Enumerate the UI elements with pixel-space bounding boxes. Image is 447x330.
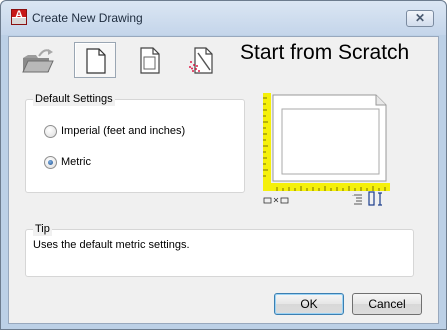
blank-page-icon xyxy=(86,48,106,74)
page-heading: Start from Scratch xyxy=(240,41,410,64)
tip-group: Tip Uses the default metric settings. xyxy=(25,222,414,277)
default-settings-group: Default Settings Imperial (feet and inch… xyxy=(25,92,245,193)
drawing-preview xyxy=(262,92,392,212)
imperial-radio[interactable] xyxy=(44,125,57,138)
use-template-button[interactable] xyxy=(129,42,171,78)
close-button[interactable]: ✕ xyxy=(406,10,434,27)
app-icon-letter: A xyxy=(15,9,23,21)
use-wizard-button[interactable] xyxy=(181,42,223,78)
title-bar[interactable]: A Create New Drawing ✕ xyxy=(1,1,446,35)
start-from-scratch-button[interactable] xyxy=(74,42,116,78)
metric-label: Metric xyxy=(61,156,91,168)
tip-text: Uses the default metric settings. xyxy=(33,239,190,251)
create-new-drawing-dialog: A Create New Drawing ✕ Start from Scratc… xyxy=(0,0,447,330)
tip-legend: Tip xyxy=(33,222,52,236)
autocad-app-icon: A xyxy=(11,9,27,25)
default-settings-legend: Default Settings xyxy=(33,92,115,106)
imperial-label: Imperial (feet and inches) xyxy=(61,125,186,137)
open-drawing-button[interactable] xyxy=(17,42,59,78)
ok-button[interactable]: OK xyxy=(274,293,344,315)
cancel-button[interactable]: Cancel xyxy=(352,293,422,315)
metric-radio[interactable] xyxy=(44,156,57,169)
wizard-icon xyxy=(189,47,213,74)
open-folder-icon xyxy=(22,49,54,73)
template-page-icon xyxy=(140,47,160,74)
dialog-body: Start from Scratch Default Settings Impe… xyxy=(8,36,439,324)
window-title: Create New Drawing xyxy=(32,11,143,25)
